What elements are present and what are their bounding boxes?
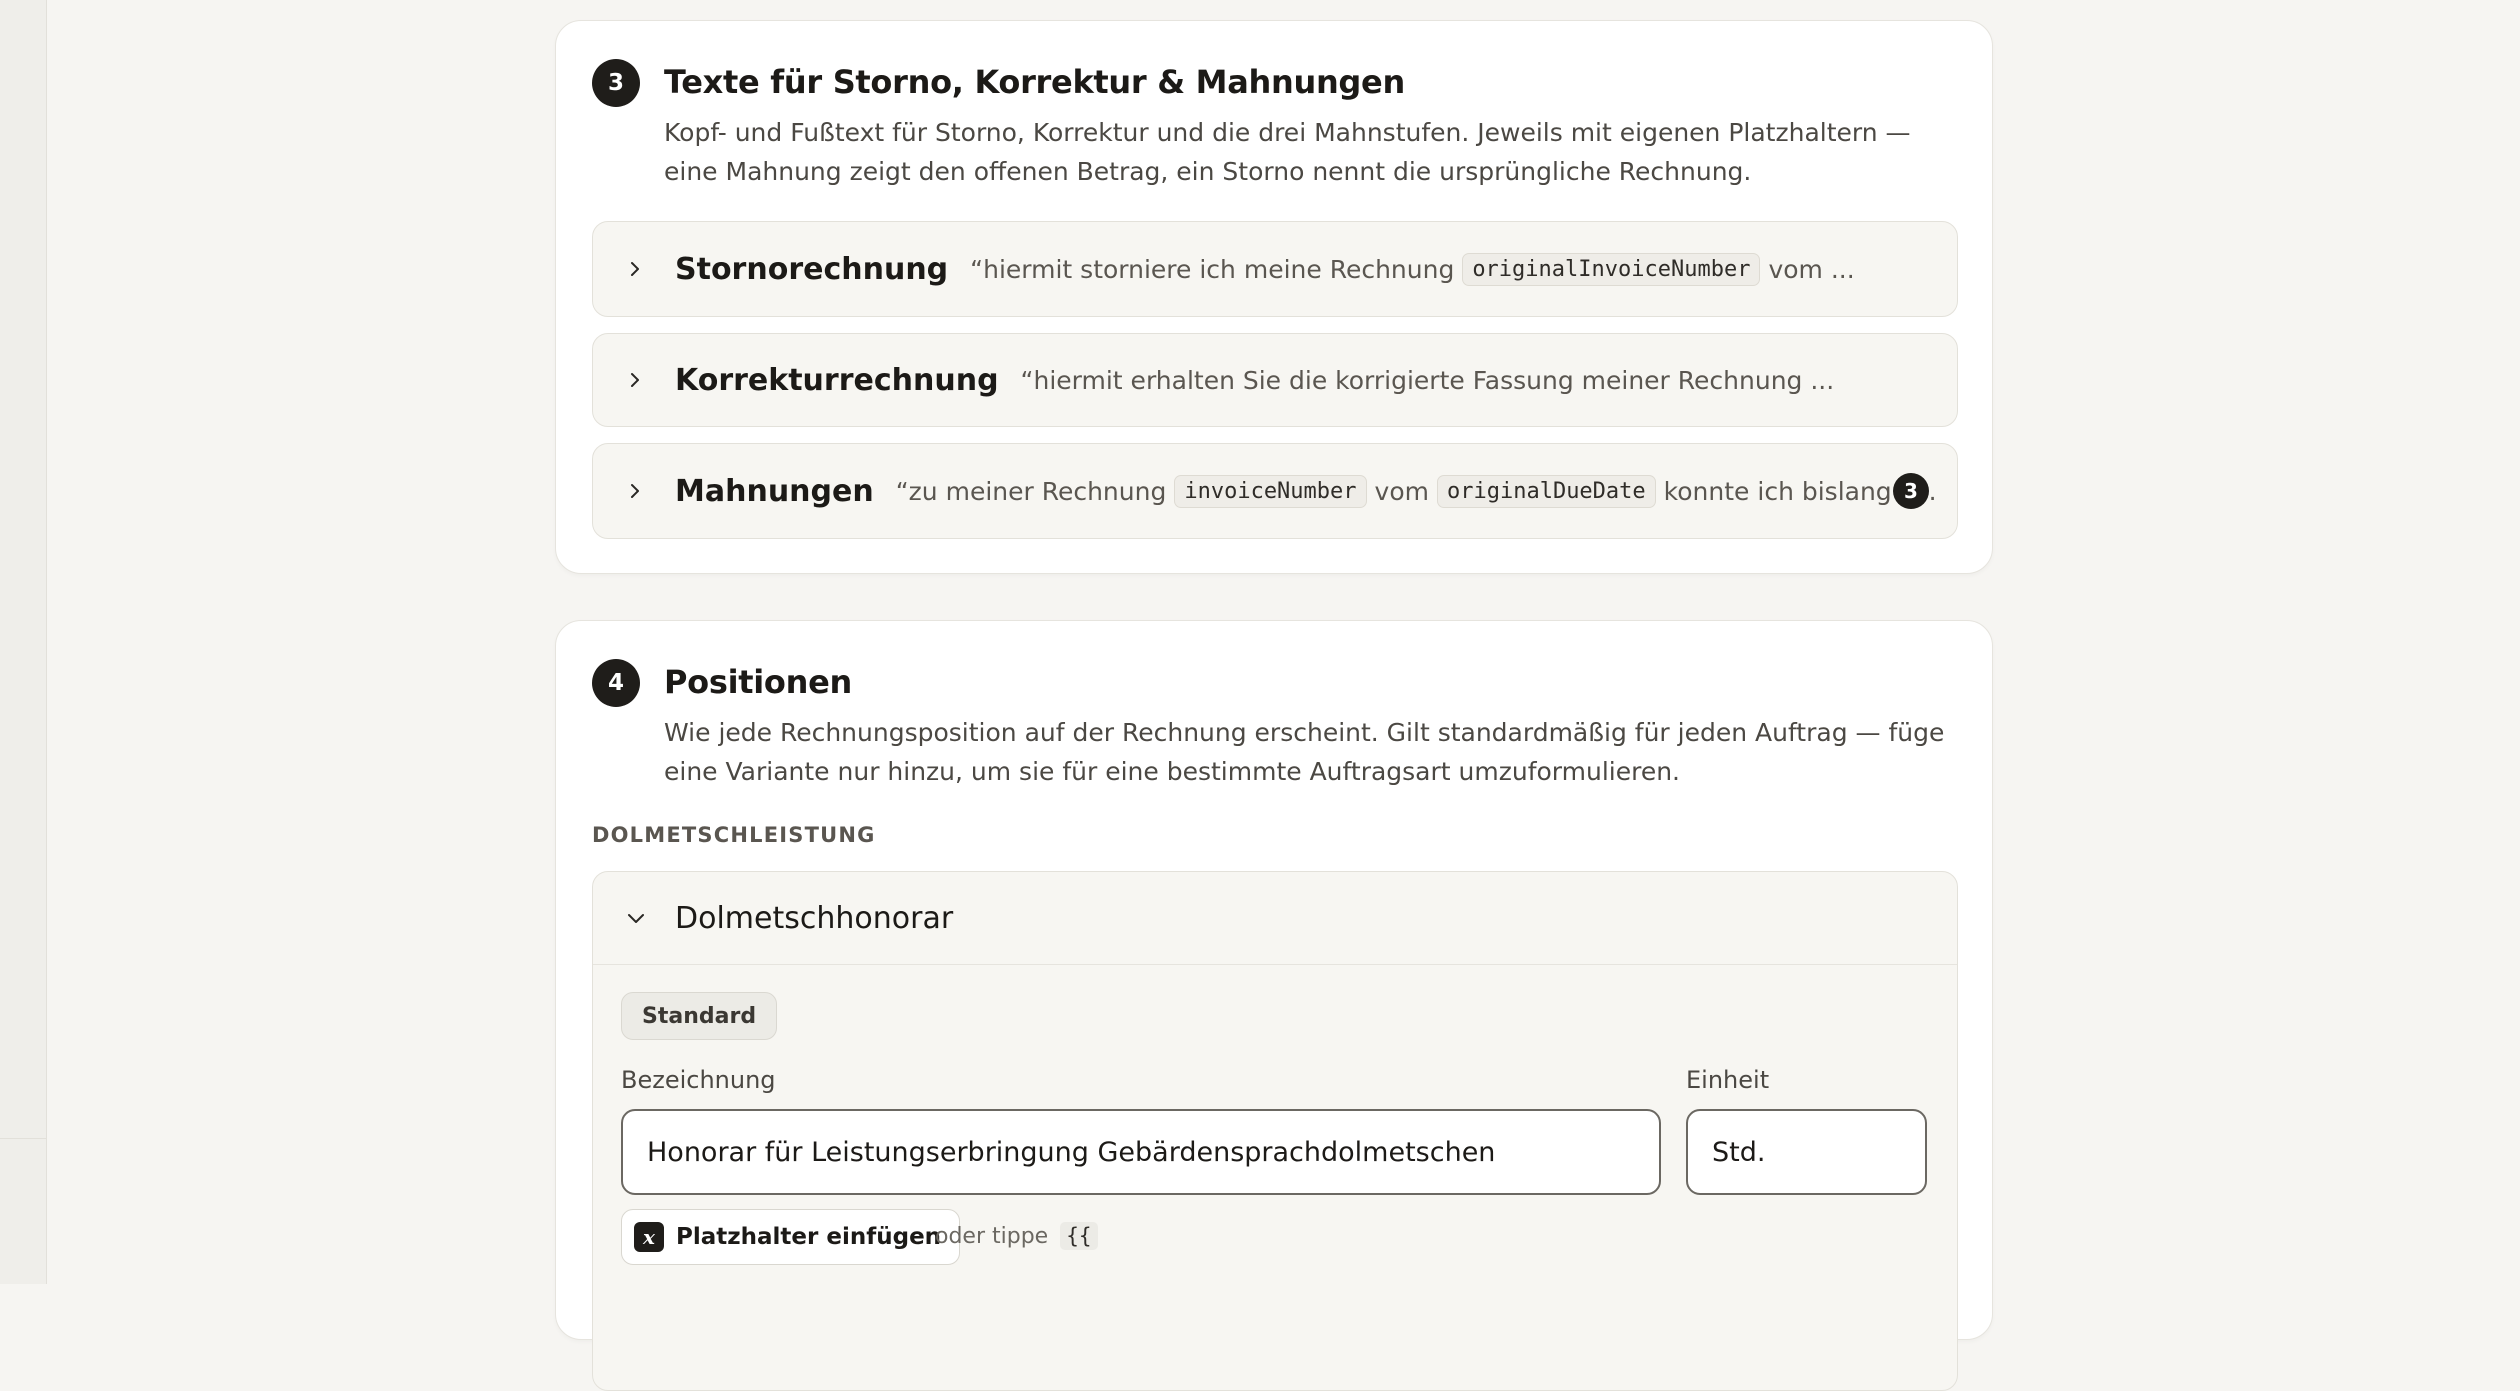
insert-placeholder-label: Platzhalter einfügen <box>676 1224 942 1250</box>
chevron-right-icon <box>631 373 639 387</box>
preview-text: vom <box>1374 476 1429 506</box>
accordion-korrekturrechnung[interactable]: Korrekturrechnung “hiermit erhalten Sie … <box>592 333 1958 427</box>
variable-x-icon: x <box>634 1222 664 1252</box>
mahnstufen-count-badge: 3 <box>1893 473 1929 509</box>
section-description: Kopf- und Fußtext für Storno, Korrektur … <box>664 118 1911 186</box>
placeholder-hint: oder tippe {{ <box>935 1222 1098 1250</box>
section-card-storno-korrektur-mahnungen: 3 Texte für Storno, Korrektur & Mahnunge… <box>555 20 1993 574</box>
accordion-preview: “hiermit storniere ich meine Rechnung or… <box>970 252 1855 286</box>
placeholder-token: originalInvoiceNumber <box>1462 252 1761 286</box>
hint-code: {{ <box>1060 1222 1098 1250</box>
preview-text: “hiermit storniere ich meine Rechnung <box>970 254 1455 284</box>
preview-text: vom ... <box>1768 254 1855 284</box>
section-title: Texte für Storno, Korrektur & Mahnungen <box>664 63 1405 101</box>
accordion-preview: “zu meiner Rechnung invoiceNumber vom or… <box>895 474 1936 508</box>
chevron-right-icon <box>631 484 639 498</box>
accordion-stornorechnung[interactable]: Stornorechnung “hiermit storniere ich me… <box>592 221 1958 317</box>
section-card-positionen: 4 Positionen Wie jede Rechnungsposition … <box>555 620 1993 1391</box>
accordion-preview: “hiermit erhalten Sie die korrigierte Fa… <box>1021 366 1835 395</box>
bezeichnung-label: Bezeichnung <box>621 1066 776 1094</box>
hint-text: oder tippe <box>935 1223 1049 1249</box>
step-badge: 3 <box>592 59 640 107</box>
position-panel-dolmetschhonorar: Dolmetschhonorar Standard Bezeichnung Ho… <box>592 871 1958 1391</box>
einheit-label: Einheit <box>1686 1066 1770 1094</box>
position-header[interactable]: Dolmetschhonorar <box>593 872 1957 965</box>
chevron-down-icon <box>628 914 644 923</box>
placeholder-token: invoiceNumber <box>1174 474 1367 508</box>
bezeichnung-input[interactable]: Honorar für Leistungserbringung Gebärden… <box>621 1109 1661 1195</box>
accordion-title: Korrekturrechnung <box>675 362 999 398</box>
step-badge: 4 <box>592 659 640 707</box>
accordion-title: Stornorechnung <box>675 251 949 287</box>
accordion-mahnungen[interactable]: Mahnungen “zu meiner Rechnung invoiceNum… <box>592 443 1958 539</box>
accordion-title: Mahnungen <box>675 473 874 509</box>
position-title: Dolmetschhonorar <box>675 900 954 936</box>
einheit-input[interactable]: Std. <box>1686 1109 1927 1195</box>
rail-divider <box>0 1138 47 1139</box>
left-rail <box>0 0 47 1284</box>
placeholder-token: originalDueDate <box>1436 474 1656 508</box>
variant-chip-standard[interactable]: Standard <box>621 992 778 1040</box>
preview-text: “hiermit erhalten Sie die korrigierte Fa… <box>1020 365 1835 395</box>
chevron-right-icon <box>631 262 639 276</box>
section-title: Positionen <box>664 663 852 701</box>
insert-placeholder-button[interactable]: x Platzhalter einfügen <box>621 1209 961 1265</box>
section-description: Wie jede Rechnungsposition auf der Rechn… <box>664 718 1945 786</box>
group-label: DOLMETSCHLEISTUNG <box>592 823 876 847</box>
preview-text: “zu meiner Rechnung <box>895 476 1167 506</box>
